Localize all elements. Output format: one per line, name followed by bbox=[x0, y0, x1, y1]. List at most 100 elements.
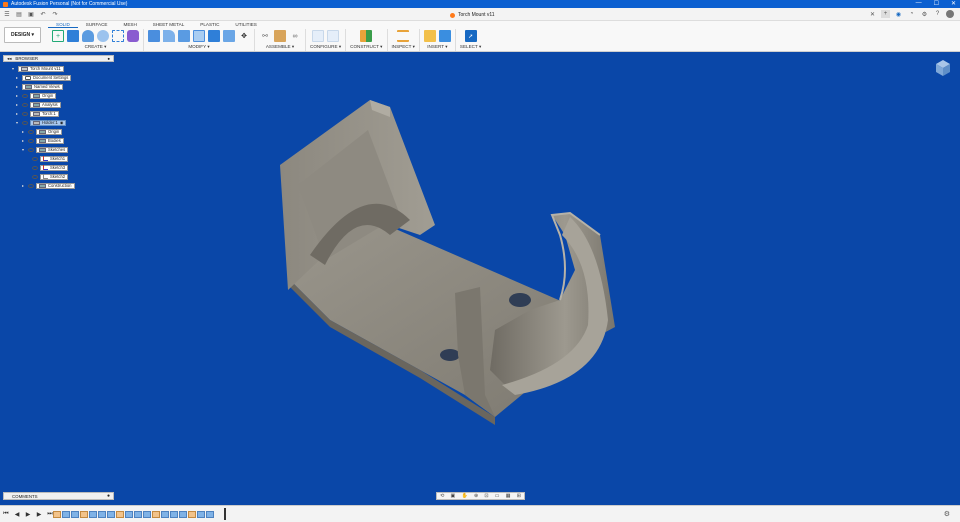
tree-node-bodies[interactable]: ▸ Bodies bbox=[22, 137, 64, 144]
comments-panel[interactable]: COMMENTS ● bbox=[3, 492, 114, 500]
configure-table-icon[interactable] bbox=[327, 30, 340, 42]
minimize-button[interactable]: — bbox=[916, 0, 922, 7]
visibility-eye-icon[interactable] bbox=[32, 174, 38, 179]
timeline-feature[interactable] bbox=[53, 510, 61, 518]
add-tab-icon[interactable]: + bbox=[881, 10, 890, 18]
group-inspect-label[interactable]: INSPECT ▾ bbox=[392, 44, 415, 50]
pan-icon[interactable]: ✋ bbox=[461, 493, 467, 499]
tree-node-sketches[interactable]: ▾ Sketches bbox=[22, 146, 69, 153]
extrude-icon[interactable] bbox=[67, 30, 79, 42]
timeline-feature[interactable] bbox=[116, 510, 124, 518]
help-icon[interactable]: ? bbox=[933, 10, 942, 18]
user-avatar[interactable] bbox=[946, 10, 954, 18]
tree-node-holder[interactable]: ▾ Holder:1 ◉ bbox=[16, 119, 67, 126]
visibility-eye-icon[interactable] bbox=[32, 156, 38, 161]
timeline-feature[interactable] bbox=[161, 510, 169, 518]
timeline-feature[interactable] bbox=[188, 510, 196, 518]
group-assemble-label[interactable]: ASSEMBLE ▾ bbox=[266, 44, 294, 50]
form-icon[interactable] bbox=[127, 30, 139, 42]
insert-image-icon[interactable] bbox=[438, 30, 451, 42]
viewports-icon[interactable]: ⊞ bbox=[517, 493, 521, 499]
close-tab-icon[interactable]: ✕ bbox=[868, 10, 877, 18]
visibility-eye-icon[interactable] bbox=[28, 138, 34, 143]
motion-link-icon[interactable]: ∞ bbox=[289, 30, 301, 42]
job-status-icon[interactable]: ◔ bbox=[907, 10, 916, 18]
collapse-browser-icon[interactable]: ◂◂ bbox=[7, 56, 11, 62]
redo-icon[interactable]: ↷ bbox=[50, 10, 60, 18]
fit-icon[interactable]: ⊡ bbox=[484, 493, 488, 499]
visibility-eye-icon[interactable] bbox=[22, 120, 28, 125]
tab-plastic[interactable]: PLASTIC bbox=[192, 21, 227, 28]
zoom-icon[interactable]: ⊕ bbox=[474, 493, 478, 499]
tree-node-torch[interactable]: ▸ Torch:1 bbox=[16, 110, 59, 117]
group-insert-label[interactable]: INSERT ▾ bbox=[427, 44, 447, 50]
file-menu-icon[interactable]: ▤ bbox=[14, 10, 24, 18]
timeline-feature[interactable] bbox=[197, 510, 205, 518]
group-configure-label[interactable]: CONFIGURE ▾ bbox=[310, 44, 341, 50]
extensions-icon[interactable]: ◉ bbox=[894, 10, 903, 18]
torch-mount-model[interactable] bbox=[270, 95, 630, 425]
activate-radio-icon[interactable]: ◉ bbox=[60, 120, 64, 125]
scale-icon[interactable] bbox=[223, 30, 235, 42]
expand-icon[interactable]: ▾ bbox=[16, 120, 20, 125]
tab-sheet-metal[interactable]: SHEET METAL bbox=[145, 21, 192, 28]
group-create-label[interactable]: CREATE ▾ bbox=[85, 44, 107, 50]
timeline-feature[interactable] bbox=[125, 510, 133, 518]
timeline-feature[interactable] bbox=[89, 510, 97, 518]
tree-node-sketch1[interactable]: Sketch1 bbox=[32, 155, 69, 162]
play-icon[interactable]: ▶ bbox=[23, 511, 33, 518]
fillet-icon[interactable] bbox=[163, 30, 175, 42]
timeline-feature[interactable] bbox=[152, 510, 160, 518]
maximize-button[interactable]: ☐ bbox=[934, 0, 939, 7]
tree-node-construction[interactable]: ▸ Construction bbox=[22, 182, 75, 189]
browser-header[interactable]: ◂◂ BROWSER ● bbox=[3, 55, 114, 62]
tab-mesh[interactable]: MESH bbox=[116, 21, 145, 28]
expand-icon[interactable]: ▸ bbox=[22, 138, 26, 143]
comments-toggle-icon[interactable]: ● bbox=[107, 493, 110, 499]
workspace-switcher[interactable]: DESIGN ▾ bbox=[4, 27, 41, 43]
expand-icon[interactable]: ▸ bbox=[22, 129, 26, 134]
joint-icon[interactable]: ⚯ bbox=[259, 30, 271, 42]
tree-node-document-settings[interactable]: ▸ Document Settings bbox=[16, 74, 72, 81]
expand-icon[interactable]: ▸ bbox=[16, 93, 20, 98]
visibility-eye-icon[interactable] bbox=[28, 129, 34, 134]
tree-node-root[interactable]: ▾ Torch Mount v11 bbox=[12, 65, 64, 72]
timeline-feature[interactable] bbox=[80, 510, 88, 518]
undo-icon[interactable]: ↶ bbox=[38, 10, 48, 18]
pattern-icon[interactable] bbox=[112, 30, 124, 42]
display-settings-icon[interactable]: ▭ bbox=[495, 493, 500, 499]
visibility-eye-icon[interactable] bbox=[22, 111, 28, 116]
timeline-feature[interactable] bbox=[134, 510, 142, 518]
tab-utilities[interactable]: UTILITIES bbox=[227, 21, 264, 28]
insert-derive-icon[interactable] bbox=[423, 30, 436, 42]
timeline-feature[interactable] bbox=[143, 510, 151, 518]
go-to-start-icon[interactable]: ⏮ bbox=[1, 511, 11, 518]
tree-node-origin[interactable]: ▸ Origin bbox=[16, 92, 57, 99]
browser-close-icon[interactable]: ● bbox=[107, 56, 110, 61]
select-icon[interactable]: ➚ bbox=[464, 30, 477, 42]
visibility-eye-icon[interactable] bbox=[22, 102, 28, 107]
move-icon[interactable]: ✥ bbox=[238, 30, 250, 42]
timeline-marker[interactable] bbox=[224, 508, 226, 520]
orbit-icon[interactable]: ⟲ bbox=[440, 493, 444, 499]
view-cube[interactable] bbox=[935, 59, 951, 77]
expand-icon[interactable]: ▾ bbox=[22, 147, 26, 152]
app-menu-icon[interactable]: ☰ bbox=[2, 10, 12, 18]
save-icon[interactable]: ▣ bbox=[26, 10, 36, 18]
expand-icon[interactable]: ▸ bbox=[16, 111, 20, 116]
timeline-feature[interactable] bbox=[170, 510, 178, 518]
shell-icon[interactable] bbox=[193, 30, 205, 42]
revolve-icon[interactable] bbox=[82, 30, 94, 42]
chamfer-icon[interactable] bbox=[178, 30, 190, 42]
timeline-settings-icon[interactable]: ⚙ bbox=[944, 510, 950, 518]
timeline-feature[interactable] bbox=[206, 510, 214, 518]
tree-node-holder-origin[interactable]: ▸ Origin bbox=[22, 128, 63, 135]
group-construct-label[interactable]: CONSTRUCT ▾ bbox=[350, 44, 382, 50]
tree-node-named-views[interactable]: ▸ Named Views bbox=[16, 83, 63, 90]
visibility-eye-icon[interactable] bbox=[28, 147, 34, 152]
tree-node-sketch3[interactable]: Sketch3 bbox=[32, 164, 69, 171]
expand-icon[interactable]: ▸ bbox=[16, 84, 20, 89]
expand-icon[interactable]: ▸ bbox=[22, 183, 26, 188]
expand-icon[interactable]: ▸ bbox=[16, 102, 20, 107]
as-built-joint-icon[interactable] bbox=[274, 30, 286, 42]
